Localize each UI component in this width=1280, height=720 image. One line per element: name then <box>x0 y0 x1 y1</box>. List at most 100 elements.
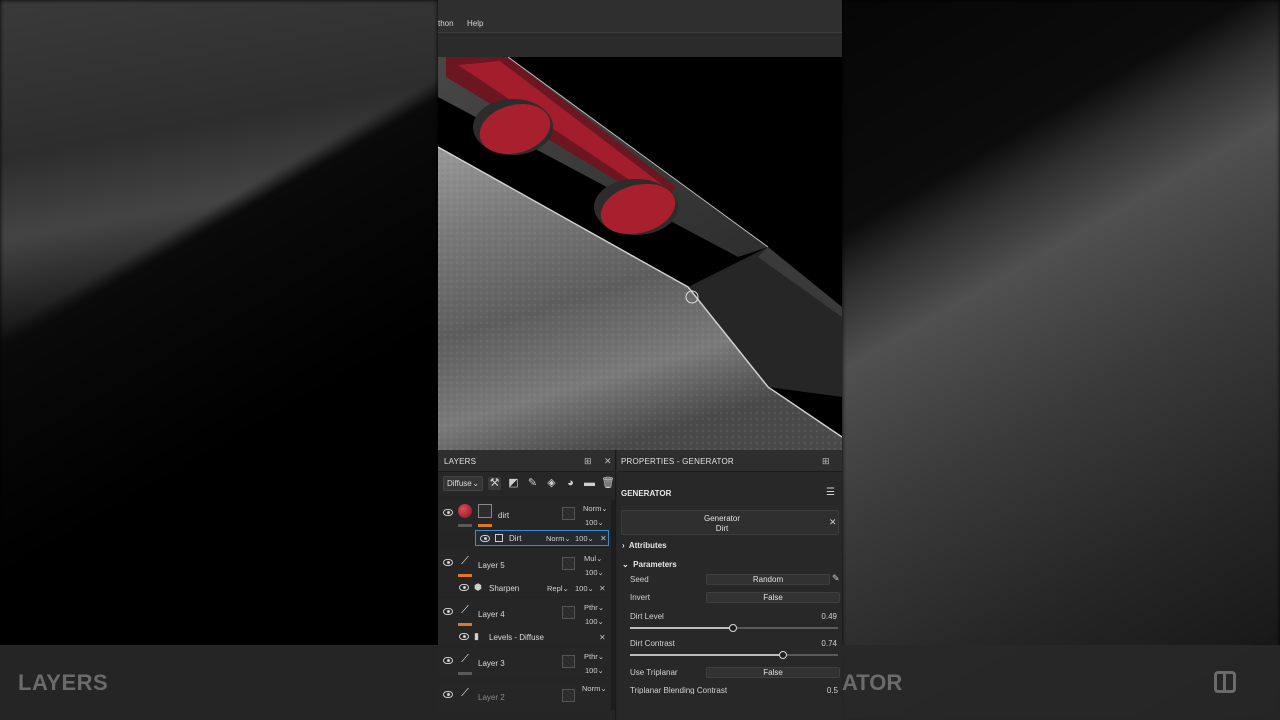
menu-python[interactable]: thon <box>438 19 454 28</box>
visibility-eye-icon[interactable] <box>443 509 453 516</box>
edit-pencil-icon[interactable]: ✎ <box>832 573 840 584</box>
layer-mask-slot[interactable] <box>562 606 575 619</box>
background-panel-icon <box>1214 671 1236 693</box>
dirt-contrast-value[interactable]: 0.74 <box>807 639 837 648</box>
layer-row-layer-2[interactable]: ⟋ Layer 2 Norm⌄ <box>438 682 610 712</box>
brush-icon: ⟋ <box>461 687 469 699</box>
effect-opacity[interactable]: 100⌄ <box>575 534 594 543</box>
visibility-eye-icon[interactable] <box>459 633 469 640</box>
sharpen-icon: ⬢ <box>474 582 482 592</box>
paint-layer-icon[interactable]: ✎ <box>526 477 539 490</box>
layer-name[interactable]: Layer 2 <box>478 693 505 702</box>
blend-mode-dropdown[interactable]: Norm⌄ <box>582 684 607 693</box>
dirt-contrast-slider-handle[interactable] <box>779 651 787 659</box>
generator-selector[interactable]: Generator Dirt ✕ <box>621 510 839 535</box>
close-icon[interactable]: ✕ <box>604 456 612 466</box>
dirt-level-value[interactable]: 0.49 <box>807 612 837 621</box>
chevron-down-icon: ⌄ <box>472 479 479 488</box>
background-right-blur <box>842 0 1280 720</box>
attributes-section-toggle[interactable]: › Attributes <box>622 541 667 550</box>
channel-dropdown[interactable]: Diffuse ⌄ <box>443 476 483 491</box>
layer-row-dirt[interactable]: dirt Norm⌄ 100⌄ <box>438 500 610 530</box>
layers-panel-title: LAYERS <box>444 457 477 466</box>
remove-effect-icon[interactable]: ✕ <box>599 633 606 642</box>
visibility-eye-icon[interactable] <box>443 657 453 664</box>
effect-blend-dropdown[interactable]: Repl⌄ <box>547 584 569 593</box>
invert-label: Invert <box>630 593 651 602</box>
visibility-eye-icon[interactable] <box>480 535 490 542</box>
app-window: thon Help LAYERS ⊞ ✕ Diffuse ⌄ ⚒ ◩ ✎ ◈ ◕… <box>438 0 842 720</box>
palette-icon[interactable]: ◕ <box>564 477 577 490</box>
blend-mode-dropdown[interactable]: Norm⌄ <box>583 504 608 513</box>
layers-scrollbar[interactable] <box>611 500 615 710</box>
bottom-panels: LAYERS ⊞ ✕ Diffuse ⌄ ⚒ ◩ ✎ ◈ ◕ ▬ 🗑 dirt … <box>438 450 842 720</box>
layer-name[interactable]: Layer 4 <box>478 610 505 619</box>
visibility-eye-icon[interactable] <box>443 608 453 615</box>
layer-accent-bar <box>458 574 472 577</box>
layers-panel: LAYERS ⊞ ✕ Diffuse ⌄ ⚒ ◩ ✎ ◈ ◕ ▬ 🗑 dirt … <box>438 450 616 720</box>
opacity-value[interactable]: 100⌄ <box>585 568 604 577</box>
seed-label: Seed <box>630 575 649 584</box>
menu-help[interactable]: Help <box>467 19 483 28</box>
fill-bucket-icon[interactable]: ◈ <box>545 477 558 490</box>
dirt-level-slider-handle[interactable] <box>729 624 737 632</box>
3d-viewport[interactable] <box>438 57 842 450</box>
blend-mode-dropdown[interactable]: Pthr⌄ <box>584 652 604 661</box>
viewport-render <box>438 57 842 450</box>
trash-icon[interactable]: 🗑 <box>601 477 615 490</box>
effect-name: Levels - Diffuse <box>489 633 544 642</box>
layer-row-layer-5[interactable]: ⟋ Layer 5 Mul⌄ 100⌄ <box>438 550 610 580</box>
use-triplanar-toggle[interactable]: False <box>706 667 840 678</box>
mask-thumbnail[interactable] <box>478 504 492 518</box>
background-generator-label: ATOR <box>842 670 903 695</box>
brush-icon: ⟋ <box>461 653 469 665</box>
seed-field[interactable]: Random <box>706 574 830 585</box>
background-left-blur <box>0 0 438 720</box>
dirt-level-fill <box>630 627 732 629</box>
generator-type: Generator <box>703 514 741 523</box>
brush-icon: ⟋ <box>461 555 469 567</box>
effect-row-dirt[interactable]: Dirt Norm⌄ 100⌄ ✕ <box>475 530 609 546</box>
invert-toggle[interactable]: False <box>706 592 840 603</box>
parameters-section-toggle[interactable]: ⌄ Parameters <box>622 560 677 569</box>
dock-icon[interactable]: ⊞ <box>584 456 592 466</box>
opacity-value[interactable]: 100⌄ <box>585 666 604 675</box>
layer-name[interactable]: Layer 5 <box>478 561 505 570</box>
dock-icon[interactable]: ⊞ <box>822 456 830 466</box>
wrench-icon[interactable]: ⚒ <box>488 477 501 490</box>
mask-accent-bar <box>478 524 492 527</box>
dirt-level-label: Dirt Level <box>630 612 664 621</box>
layer-row-layer-3[interactable]: ⟋ Layer 3 Pthr⌄ 100⌄ <box>438 648 610 678</box>
layer-name[interactable]: dirt <box>498 511 509 520</box>
layer-mask-slot[interactable] <box>562 655 575 668</box>
close-icon[interactable]: ✕ <box>829 517 837 528</box>
effect-name: Sharpen <box>489 584 520 593</box>
layer-name[interactable]: Layer 3 <box>478 659 505 668</box>
menubar: thon Help <box>438 0 842 33</box>
layer-accent-bar <box>458 623 472 626</box>
new-fill-layer-icon[interactable]: ◩ <box>507 477 520 490</box>
visibility-eye-icon[interactable] <box>459 584 469 591</box>
opacity-value[interactable]: 100⌄ <box>585 617 604 626</box>
folder-icon[interactable]: ▬ <box>583 477 596 490</box>
layer-color-bar <box>458 524 472 527</box>
layer-mask-slot[interactable] <box>562 557 575 570</box>
menu-lines-icon[interactable]: ☰ <box>826 487 835 498</box>
layer-mask-slot[interactable] <box>562 689 575 702</box>
brush-icon: ⟋ <box>461 604 469 616</box>
remove-effect-icon[interactable]: ✕ <box>600 534 607 543</box>
visibility-eye-icon[interactable] <box>443 691 453 698</box>
blend-mode-dropdown[interactable]: Mul⌄ <box>584 554 602 563</box>
effect-row-sharpen[interactable]: ⬢ Sharpen Repl⌄ 100⌄ ✕ <box>438 580 610 596</box>
effect-blend-dropdown[interactable]: Norm⌄ <box>546 534 571 543</box>
properties-panel: PROPERTIES - GENERATOR ⊞ GENERATOR ☰ Gen… <box>617 450 842 720</box>
visibility-eye-icon[interactable] <box>443 559 453 566</box>
effect-opacity[interactable]: 100⌄ <box>575 584 594 593</box>
opacity-value[interactable]: 100⌄ <box>585 518 604 527</box>
effect-row-levels[interactable]: ▮ Levels - Diffuse ✕ <box>438 629 610 645</box>
blend-mode-dropdown[interactable]: Pthr⌄ <box>584 603 604 612</box>
remove-effect-icon[interactable]: ✕ <box>599 584 606 593</box>
generator-section-title: GENERATOR <box>621 489 672 498</box>
layer-mask-slot[interactable] <box>562 507 575 520</box>
layer-row-layer-4[interactable]: ⟋ Layer 4 Pthr⌄ 100⌄ <box>438 599 610 629</box>
